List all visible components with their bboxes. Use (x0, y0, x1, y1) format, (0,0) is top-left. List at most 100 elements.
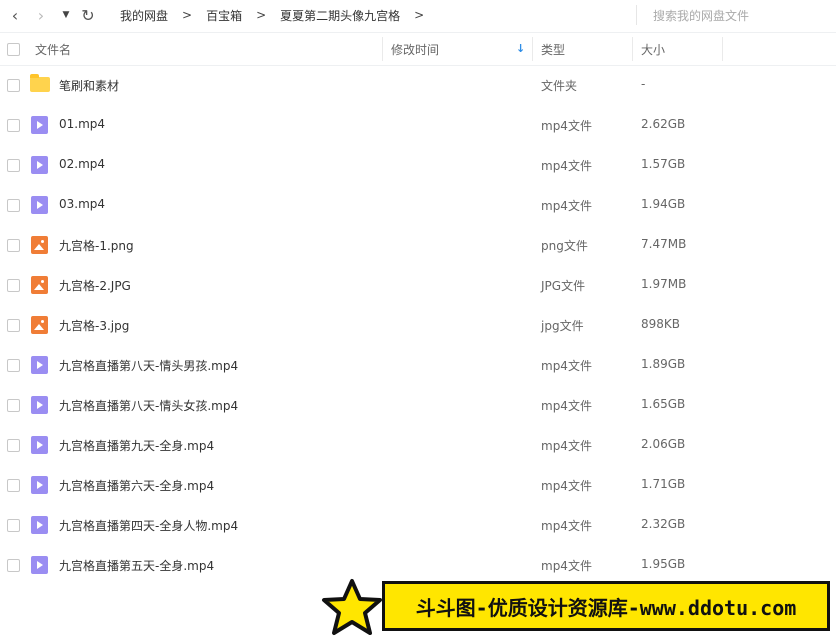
file-name[interactable]: 九宫格直播第四天-全身人物.mp4 (59, 517, 238, 534)
row-checkbox[interactable] (7, 439, 20, 452)
video-file-icon (31, 156, 48, 174)
file-row[interactable]: 九宫格直播第四天-全身人物.mp4 mp4文件 2.32GB (0, 505, 836, 545)
file-size: 1.89GB (641, 357, 686, 371)
file-row[interactable]: 九宫格-3.jpg jpg文件 898KB (0, 305, 836, 345)
row-checkbox[interactable] (7, 319, 20, 332)
image-file-icon (31, 276, 48, 294)
row-checkbox[interactable] (7, 239, 20, 252)
column-header-name[interactable]: 文件名 (35, 33, 375, 65)
row-checkbox[interactable] (7, 79, 20, 92)
column-header-type[interactable]: 类型 (541, 33, 621, 65)
file-size: 1.65GB (641, 397, 686, 411)
file-row[interactable]: 九宫格直播第九天-全身.mp4 mp4文件 2.06GB (0, 425, 836, 465)
column-header-modified[interactable]: 修改时间 (391, 33, 511, 65)
file-type: png文件 (541, 239, 588, 253)
file-size: 2.62GB (641, 117, 686, 131)
file-row[interactable]: 02.mp4 mp4文件 1.57GB (0, 145, 836, 185)
back-arrow-icon[interactable]: ‹ (6, 4, 24, 26)
file-type: mp4文件 (541, 519, 592, 533)
file-type: mp4文件 (541, 439, 592, 453)
file-size: 2.32GB (641, 517, 686, 531)
video-file-icon (31, 516, 48, 534)
column-header-size[interactable]: 大小 (641, 33, 721, 65)
file-name[interactable]: 笔刷和素材 (59, 77, 119, 94)
file-type: mp4文件 (541, 399, 592, 413)
row-checkbox[interactable] (7, 559, 20, 572)
file-row[interactable]: 九宫格直播第八天-情头男孩.mp4 mp4文件 1.89GB (0, 345, 836, 385)
folder-icon (30, 74, 50, 92)
watermark-banner: 斗斗图-优质设计资源库-www.ddotu.com (320, 578, 836, 636)
row-checkbox[interactable] (7, 199, 20, 212)
video-file-icon (31, 116, 48, 134)
file-type: mp4文件 (541, 359, 592, 373)
search-input[interactable]: 搜索我的网盘文件 (636, 5, 836, 25)
file-name[interactable]: 02.mp4 (59, 157, 105, 171)
breadcrumb-separator: > (182, 8, 193, 22)
column-divider[interactable] (532, 37, 533, 61)
file-size: 1.97MB (641, 277, 687, 291)
row-checkbox[interactable] (7, 279, 20, 292)
file-row[interactable]: 03.mp4 mp4文件 1.94GB (0, 185, 836, 225)
file-row[interactable]: 九宫格直播第八天-情头女孩.mp4 mp4文件 1.65GB (0, 385, 836, 425)
column-divider[interactable] (382, 37, 383, 61)
file-name[interactable]: 九宫格直播第八天-情头女孩.mp4 (59, 397, 238, 414)
image-file-icon (31, 236, 48, 254)
file-size: - (641, 77, 646, 91)
file-type: mp4文件 (541, 559, 592, 573)
file-size: 7.47MB (641, 237, 687, 251)
file-type: mp4文件 (541, 119, 592, 133)
file-name[interactable]: 九宫格-2.JPG (59, 277, 131, 294)
file-type: 文件夹 (541, 79, 578, 93)
file-size: 1.57GB (641, 157, 686, 171)
image-file-icon (31, 316, 48, 334)
column-header: 文件名 修改时间 ↓ 类型 大小 (0, 32, 836, 66)
file-name[interactable]: 九宫格直播第六天-全身.mp4 (59, 477, 214, 494)
file-name[interactable]: 01.mp4 (59, 117, 105, 131)
column-header-size-label: 大小 (641, 42, 666, 57)
breadcrumb-item-my-drive[interactable]: 我的网盘 (118, 7, 170, 24)
refresh-icon[interactable]: ↻ (78, 4, 98, 26)
breadcrumb-item-treasure-box[interactable]: 百宝箱 (204, 7, 244, 24)
file-name[interactable]: 九宫格直播第五天-全身.mp4 (59, 557, 214, 574)
file-type: mp4文件 (541, 479, 592, 493)
star-icon (322, 579, 382, 635)
column-header-type-label: 类型 (541, 42, 566, 57)
file-name[interactable]: 九宫格直播第九天-全身.mp4 (59, 437, 214, 454)
file-row[interactable]: 九宫格-2.JPG JPG文件 1.97MB (0, 265, 836, 305)
breadcrumb-separator: > (256, 8, 267, 22)
file-type: jpg文件 (541, 319, 584, 333)
row-checkbox[interactable] (7, 159, 20, 172)
file-row[interactable]: 九宫格直播第六天-全身.mp4 mp4文件 1.71GB (0, 465, 836, 505)
video-file-icon (31, 476, 48, 494)
history-dropdown-icon[interactable]: ▼ (58, 4, 74, 26)
forward-arrow-icon[interactable]: › (32, 4, 50, 26)
breadcrumb-item-current-folder[interactable]: 夏夏第二期头像九宫格 (278, 7, 402, 24)
search-placeholder: 搜索我的网盘文件 (653, 9, 750, 23)
row-checkbox[interactable] (7, 119, 20, 132)
select-all-checkbox[interactable] (7, 43, 20, 56)
column-divider[interactable] (722, 37, 723, 61)
file-type: JPG文件 (541, 279, 586, 293)
row-checkbox[interactable] (7, 399, 20, 412)
navigation-bar: ‹ › ▼ ↻ 我的网盘 > 百宝箱 > 夏夏第二期头像九宫格 > 搜索我的网盘… (0, 0, 836, 30)
video-file-icon (31, 356, 48, 374)
file-name[interactable]: 九宫格直播第八天-情头男孩.mp4 (59, 357, 238, 374)
file-row[interactable]: 01.mp4 mp4文件 2.62GB (0, 105, 836, 145)
sort-descending-icon[interactable]: ↓ (516, 42, 525, 55)
file-size: 2.06GB (641, 437, 686, 451)
column-divider[interactable] (632, 37, 633, 61)
breadcrumb-separator: > (414, 8, 425, 22)
row-checkbox[interactable] (7, 479, 20, 492)
video-file-icon (31, 436, 48, 454)
file-name[interactable]: 九宫格-1.png (59, 237, 134, 254)
file-row[interactable]: 笔刷和素材 文件夹 - (0, 65, 836, 105)
file-name[interactable]: 03.mp4 (59, 197, 105, 211)
row-checkbox[interactable] (7, 519, 20, 532)
row-checkbox[interactable] (7, 359, 20, 372)
file-row[interactable]: 九宫格-1.png png文件 7.47MB (0, 225, 836, 265)
video-file-icon (31, 196, 48, 214)
file-name[interactable]: 九宫格-3.jpg (59, 317, 129, 334)
breadcrumb: 我的网盘 > 百宝箱 > 夏夏第二期头像九宫格 > (118, 6, 436, 24)
video-file-icon (31, 396, 48, 414)
video-file-icon (31, 556, 48, 574)
